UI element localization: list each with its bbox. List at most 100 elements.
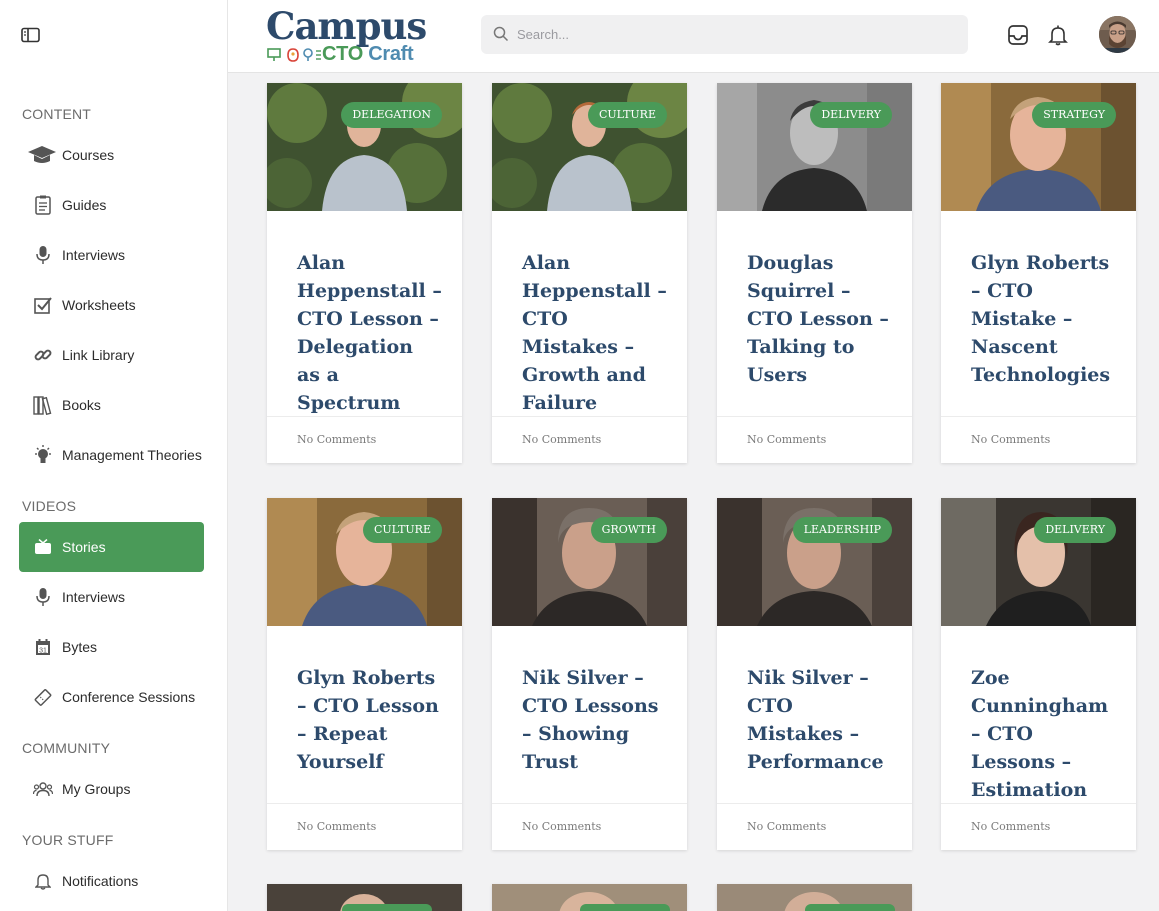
sidebar-item-label: Stories bbox=[62, 539, 106, 555]
section-title-community: COMMUNITY bbox=[22, 740, 111, 756]
sidebar-item-label: Books bbox=[62, 397, 101, 413]
story-card[interactable]: LEADERSHIP Nik Silver – CTO Mistakes – P… bbox=[717, 498, 912, 850]
card-title[interactable]: Alan Heppenstall – CTO Mistakes – Growth… bbox=[522, 249, 667, 417]
card-thumbnail: DELIVERY bbox=[717, 83, 912, 211]
sidebar-item-interviews[interactable]: Interviews bbox=[19, 230, 204, 280]
category-tag[interactable]: DELIVERY bbox=[810, 102, 892, 128]
card-title[interactable]: Nik Silver – CTO Lessons – Showing Trust bbox=[522, 664, 667, 776]
logo-main-text: Campus bbox=[266, 4, 427, 48]
sidebar-item-conference-sessions[interactable]: Conference Sessions bbox=[19, 672, 204, 722]
card-comments[interactable]: No Comments bbox=[971, 820, 1050, 833]
card-comments[interactable]: No Comments bbox=[297, 433, 376, 446]
card-thumbnail: LEADERSHIP bbox=[717, 498, 912, 626]
card-title[interactable]: Zoe Cunningham – CTO Lessons – Estimatio… bbox=[971, 664, 1116, 804]
category-tag[interactable]: STRATEGY bbox=[1032, 102, 1116, 128]
card-thumbnail: DELIVERY bbox=[941, 498, 1136, 626]
card-thumbnail bbox=[717, 884, 912, 911]
sidebar-item-label: My Groups bbox=[62, 781, 131, 797]
card-divider bbox=[717, 803, 912, 804]
svg-text:31: 31 bbox=[39, 648, 47, 655]
user-avatar[interactable] bbox=[1099, 16, 1136, 53]
card-title[interactable]: Glyn Roberts – CTO Lesson – Repeat Yours… bbox=[297, 664, 442, 776]
story-card[interactable]: DELEGATION Alan Heppenstall – CTO Lesson… bbox=[267, 83, 462, 463]
story-card[interactable]: CULTURE Alan Heppenstall – CTO Mistakes … bbox=[492, 83, 687, 463]
sidebar-item-books[interactable]: Books bbox=[19, 380, 204, 430]
sidebar: CONTENT Courses Guides Interviews Worksh… bbox=[0, 0, 228, 911]
card-divider bbox=[492, 803, 687, 804]
card-thumbnail bbox=[492, 884, 687, 911]
ticket-icon bbox=[33, 687, 53, 707]
category-tag[interactable]: DELIVERY bbox=[1034, 517, 1116, 543]
category-tag[interactable]: CULTURE bbox=[587, 102, 667, 128]
tv-icon bbox=[33, 537, 53, 557]
card-comments[interactable]: No Comments bbox=[522, 820, 601, 833]
category-tag[interactable]: LEADERSHIP bbox=[792, 517, 892, 543]
card-comments[interactable]: No Comments bbox=[971, 433, 1050, 446]
sidebar-item-bytes[interactable]: 31 Bytes bbox=[19, 622, 204, 672]
card-title[interactable]: Glyn Roberts – CTO Mistake – Nascent Tec… bbox=[971, 249, 1116, 389]
microphone-icon bbox=[33, 245, 53, 265]
card-title[interactable]: Douglas Squirrel – CTO Lesson – Talking … bbox=[747, 249, 892, 389]
top-header: Campus CTO Craft bbox=[228, 0, 1159, 73]
section-title-your-stuff: YOUR STUFF bbox=[22, 832, 114, 848]
sidebar-item-courses[interactable]: Courses bbox=[19, 130, 204, 180]
sidebar-toggle-icon[interactable] bbox=[21, 27, 41, 43]
card-thumbnail: DELEGATION bbox=[267, 83, 462, 211]
card-comments[interactable]: No Comments bbox=[747, 433, 826, 446]
card-divider bbox=[941, 416, 1136, 417]
logo-icons bbox=[266, 47, 322, 63]
sidebar-item-guides[interactable]: Guides bbox=[19, 180, 204, 230]
card-comments[interactable]: No Comments bbox=[522, 433, 601, 446]
calendar-icon: 31 bbox=[33, 637, 53, 657]
story-card[interactable] bbox=[492, 884, 687, 911]
sidebar-item-label: Worksheets bbox=[62, 297, 136, 313]
sidebar-item-label: Link Library bbox=[62, 347, 135, 363]
story-card[interactable]: STRATEGY Glyn Roberts – CTO Mistake – Na… bbox=[941, 83, 1136, 463]
inbox-icon[interactable] bbox=[1007, 24, 1029, 46]
story-card[interactable]: DELIVERY Douglas Squirrel – CTO Lesson –… bbox=[717, 83, 912, 463]
search-bar[interactable] bbox=[481, 15, 968, 54]
card-comments[interactable]: No Comments bbox=[747, 820, 826, 833]
card-divider bbox=[267, 416, 462, 417]
sidebar-item-label: Conference Sessions bbox=[62, 689, 196, 705]
story-card[interactable] bbox=[267, 884, 462, 911]
story-card[interactable] bbox=[717, 884, 912, 911]
logo-cto-text: CTO bbox=[322, 43, 363, 65]
category-tag[interactable]: GROWTH bbox=[590, 517, 667, 543]
story-card[interactable]: CULTURE Glyn Roberts – CTO Lesson – Repe… bbox=[267, 498, 462, 850]
card-title[interactable]: Nik Silver – CTO Mistakes – Performance bbox=[747, 664, 892, 776]
checkbox-icon bbox=[33, 295, 53, 315]
sidebar-item-label: Interviews bbox=[62, 589, 126, 605]
logo-subtitle: CTO Craft bbox=[322, 43, 414, 66]
category-tag[interactable]: CULTURE bbox=[362, 517, 442, 543]
sidebar-item-my-groups[interactable]: My Groups bbox=[19, 764, 204, 814]
sidebar-item-management-theories[interactable]: Management Theories bbox=[19, 430, 204, 480]
card-title[interactable]: Alan Heppenstall – CTO Lesson – Delegati… bbox=[297, 249, 442, 417]
clipboard-icon bbox=[33, 195, 53, 215]
story-card[interactable]: GROWTH Nik Silver – CTO Lessons – Showin… bbox=[492, 498, 687, 850]
bell-icon[interactable] bbox=[1047, 24, 1069, 46]
category-tag[interactable]: DELEGATION bbox=[341, 102, 442, 128]
books-icon bbox=[33, 395, 53, 415]
microphone-icon bbox=[33, 587, 53, 607]
card-divider bbox=[941, 803, 1136, 804]
card-thumbnail: CULTURE bbox=[267, 498, 462, 626]
campus-logo[interactable]: Campus CTO Craft bbox=[266, 4, 436, 66]
card-comments[interactable]: No Comments bbox=[297, 820, 376, 833]
card-thumbnail: CULTURE bbox=[492, 83, 687, 211]
story-card[interactable]: DELIVERY Zoe Cunningham – CTO Lessons – … bbox=[941, 498, 1136, 850]
bell-icon bbox=[33, 871, 53, 891]
graduation-cap-icon bbox=[27, 145, 57, 165]
sidebar-item-label: Notifications bbox=[62, 873, 139, 889]
sidebar-item-video-interviews[interactable]: Interviews bbox=[19, 572, 204, 622]
sidebar-item-link-library[interactable]: Link Library bbox=[19, 330, 204, 380]
sidebar-item-label: Interviews bbox=[62, 247, 126, 263]
logo-craft-text: Craft bbox=[368, 43, 414, 65]
sidebar-item-notifications[interactable]: Notifications bbox=[19, 856, 204, 906]
card-divider bbox=[492, 416, 687, 417]
sidebar-item-label: Guides bbox=[62, 197, 107, 213]
sidebar-item-worksheets[interactable]: Worksheets bbox=[19, 280, 204, 330]
sidebar-item-stories[interactable]: Stories bbox=[19, 522, 204, 572]
search-input[interactable] bbox=[517, 15, 957, 54]
card-divider bbox=[717, 416, 912, 417]
